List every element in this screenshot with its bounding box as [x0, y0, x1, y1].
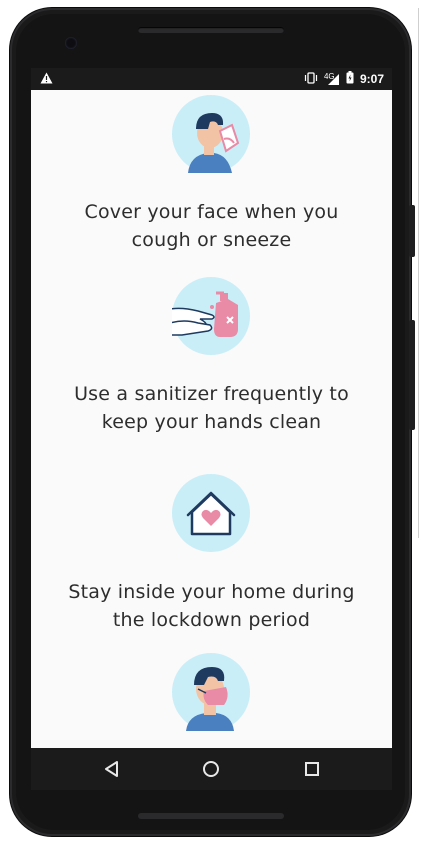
tip-text: Stay inside your home during the lockdow…: [31, 578, 392, 634]
hand-sanitizer-icon: [169, 277, 250, 355]
vibrate-icon: [304, 71, 318, 87]
recents-icon[interactable]: [301, 758, 323, 780]
cough-icon: [172, 95, 250, 173]
tip-text-line: Cover your face when you: [84, 201, 339, 223]
battery-charging-icon: [346, 71, 354, 87]
window-edge-line: [418, 8, 419, 538]
clock: 9:07: [359, 72, 384, 86]
signal-icon: 4G: [324, 72, 340, 86]
tip-text-line: cough or sneeze: [131, 229, 292, 251]
power-button: [409, 320, 415, 430]
tip-text-line: the lockdown period: [112, 609, 311, 631]
tip-text-line: Use a sanitizer frequently to: [74, 383, 349, 405]
bottom-speaker: [138, 813, 284, 819]
warning-icon: [40, 72, 53, 87]
back-icon[interactable]: [101, 758, 123, 780]
tip-text: Cover your face when you cough or sneeze: [31, 198, 392, 254]
tip-text-line: Stay inside your home during: [68, 581, 355, 603]
navigation-bar: [31, 748, 392, 790]
tip-text-line: keep your hands clean: [101, 411, 322, 433]
volume-button: [409, 205, 415, 257]
face-mask-icon: [172, 653, 250, 731]
home-icon[interactable]: [200, 758, 222, 780]
status-bar: 4G 9:07: [31, 68, 392, 90]
tip-text: Use a sanitizer frequently to keep your …: [31, 380, 392, 436]
earpiece-speaker: [138, 27, 284, 33]
tips-list: Cover your face when you cough or sneeze: [31, 90, 392, 748]
front-camera: [65, 37, 77, 49]
screen: 4G 9:07 Cover your face when you cough o…: [31, 68, 392, 790]
home-heart-icon: [172, 474, 250, 552]
